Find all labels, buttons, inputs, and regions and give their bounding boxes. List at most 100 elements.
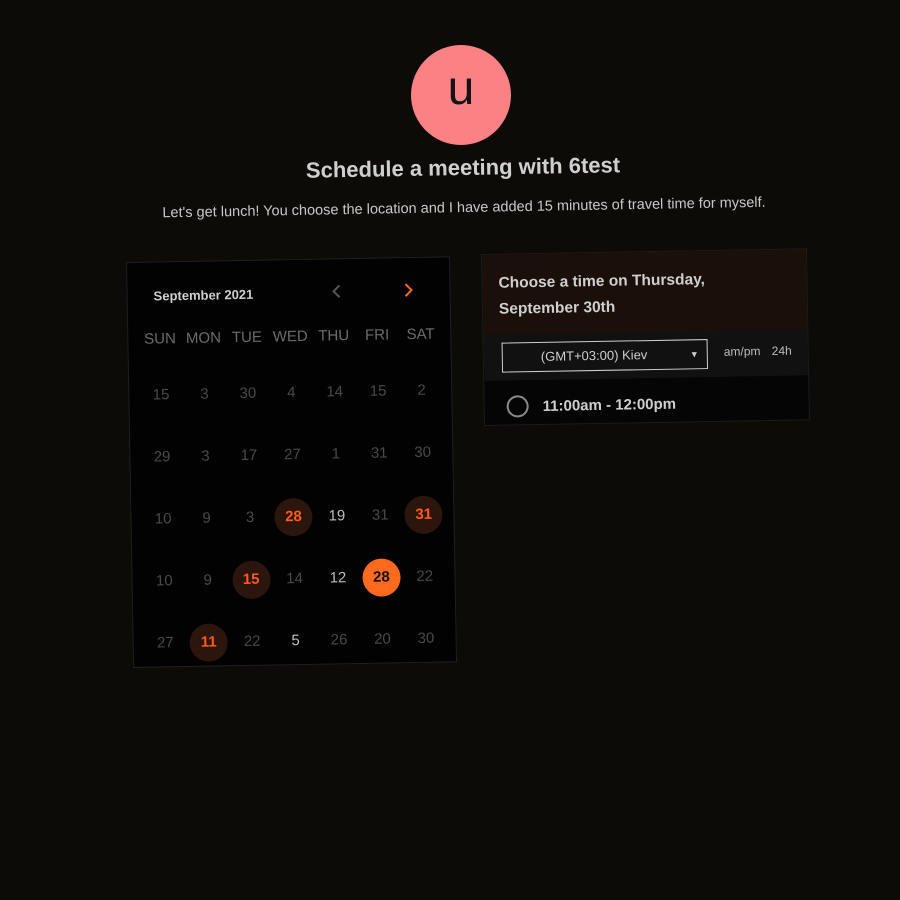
calendar-day-number: 30 (417, 629, 435, 647)
weekday-header: SUN MON TUE WED THU FRI SAT (138, 325, 442, 348)
calendar-day-number: 17 (240, 446, 258, 465)
calendar-day-number: 3 (201, 447, 210, 465)
calendar-day-number: 1 (331, 445, 341, 463)
meeting-description: Let's get lunch! You choose the location… (162, 194, 766, 222)
format-24h-toggle[interactable]: 24h (772, 344, 792, 358)
calendar-day-off: 10 (142, 550, 186, 613)
calendar-day-avail[interactable]: 31 (401, 483, 445, 546)
calendar-day-avail[interactable]: 15 (229, 548, 274, 611)
calendar-day-number: 15 (369, 382, 387, 400)
calendar-day-on: 19 (315, 485, 360, 548)
calendar-day-number: 14 (286, 569, 304, 588)
calendar-day-number: 27 (283, 445, 301, 464)
weekday-label: WED (272, 327, 308, 346)
calendar-day-number: 28 (362, 558, 401, 597)
calendar-day-off: 14 (272, 548, 316, 611)
calendar-day-number: 15 (231, 560, 271, 600)
calendar-day-number: 3 (200, 385, 209, 403)
calendar-day-off: 27 (143, 612, 187, 675)
calendar-day-off: 3 (228, 486, 273, 549)
calendar-day-avail[interactable]: 28 (271, 486, 315, 549)
calendar-day-off: 27 (270, 424, 314, 487)
calendar-day-number: 22 (243, 632, 261, 650)
format-ampm-toggle[interactable]: am/pm (724, 344, 761, 359)
calendar-day-number: 3 (245, 508, 255, 526)
weekday-label: SUN (144, 330, 177, 348)
calendar-day-number: 4 (286, 384, 296, 402)
calendar-day-off: 15 (139, 364, 183, 427)
calendar-day-on: 5 (273, 610, 317, 673)
weekday-label: FRI (364, 326, 390, 344)
calendar-day-avail[interactable]: 11 (187, 611, 231, 674)
calendar-day-number: 20 (373, 630, 391, 648)
calendar-day-off: 30 (226, 363, 271, 426)
chevron-left-icon[interactable] (325, 279, 347, 305)
calendar-day-number: 26 (330, 631, 348, 649)
calendar-day-off: 29 (140, 426, 184, 489)
avatar: u (411, 45, 511, 145)
calendar-day-off: 17 (227, 425, 272, 488)
timezone-select[interactable]: (GMT+03:00) Kiev ▼ (501, 339, 709, 373)
calendar-day-off: 3 (183, 425, 227, 488)
weekday-label: THU (318, 327, 350, 345)
calendar-day-off: 22 (230, 610, 275, 673)
scheduling-page: u Schedule a meeting with 6test Let's ge… (0, 0, 900, 900)
calendar-day-number: 30 (239, 384, 257, 403)
calendar-day-off: 20 (360, 608, 404, 671)
timezone-row: (GMT+03:00) Kiev ▼ am/pm 24h (483, 329, 809, 381)
calendar-day-number: 30 (414, 443, 432, 461)
time-slot-option[interactable]: 11:00am - 12:00pm (506, 392, 676, 419)
calendar-day-off: 26 (317, 609, 362, 672)
calendar-day-number: 27 (156, 634, 174, 652)
calendar-day-off: 4 (269, 362, 313, 425)
calendar-day-number: 14 (326, 383, 344, 401)
calendar-day-on: 12 (316, 547, 361, 610)
calendar-day-off: 30 (404, 607, 448, 670)
calendar-day-number: 5 (291, 632, 300, 650)
calendar-day-number: 29 (153, 448, 171, 466)
calendar-day-number: 9 (203, 571, 213, 589)
calendar-day-number: 11 (189, 623, 229, 662)
time-selection-panel: Choose a time on Thursday, September 30t… (481, 248, 810, 426)
calendar-day-off: 30 (400, 421, 444, 484)
calendar-day-sel[interactable]: 28 (359, 546, 403, 609)
time-panel-heading: Choose a time on Thursday, September 30t… (482, 249, 808, 335)
timezone-value: (GMT+03:00) Kiev (540, 347, 648, 364)
avatar-initial: u (447, 62, 475, 115)
chevron-right-icon[interactable] (397, 278, 419, 304)
calendar-day-number: 28 (274, 497, 313, 537)
calendar-day-off: 14 (312, 361, 357, 424)
calendar-day-grid: 15 3 30 4 14 15 2 29 3 17 27 1 31 30 10 9 3 28 19 31 31 10 9 15… (139, 359, 448, 674)
calendar-day-off: 9 (185, 549, 229, 612)
calendar-day-off: 9 (184, 487, 228, 550)
time-panel-heading-line: September 30th (498, 298, 616, 318)
calendar-day-off: 2 (399, 359, 443, 422)
weekday-label: MON (185, 329, 222, 347)
weekday-label: TUE (231, 328, 263, 347)
calendar-day-off: 1 (314, 423, 359, 486)
calendar-day-number: 22 (416, 567, 434, 585)
calendar-day-number: 9 (202, 509, 211, 527)
calendar-day-number: 10 (154, 510, 172, 528)
calendar-day-number: 19 (328, 507, 346, 525)
weekday-label: SAT (406, 325, 435, 344)
calendar-month-label: September 2021 (153, 286, 254, 304)
time-slot-label: 11:00am - 12:00pm (542, 395, 677, 415)
date-picker-calendar: September 2021 SUN MON TUE WED THU FRI S… (126, 256, 458, 668)
caret-down-icon: ▼ (689, 349, 699, 360)
calendar-day-off: 15 (356, 360, 400, 423)
calendar-day-number: 31 (370, 444, 388, 462)
calendar-day-off: 31 (358, 484, 402, 547)
calendar-day-off: 10 (141, 488, 185, 551)
calendar-day-number: 12 (329, 569, 347, 587)
calendar-day-number: 31 (371, 506, 389, 524)
page-title: Schedule a meeting with 6test (305, 152, 621, 183)
calendar-day-number: 15 (152, 386, 170, 404)
calendar-day-off: 22 (403, 545, 447, 608)
radio-button[interactable] (506, 395, 529, 418)
calendar-day-number: 2 (417, 381, 426, 399)
calendar-day-number: 31 (404, 495, 444, 535)
calendar-day-off: 3 (182, 363, 226, 426)
calendar-day-off: 31 (357, 422, 401, 485)
calendar-day-number: 10 (155, 572, 173, 590)
